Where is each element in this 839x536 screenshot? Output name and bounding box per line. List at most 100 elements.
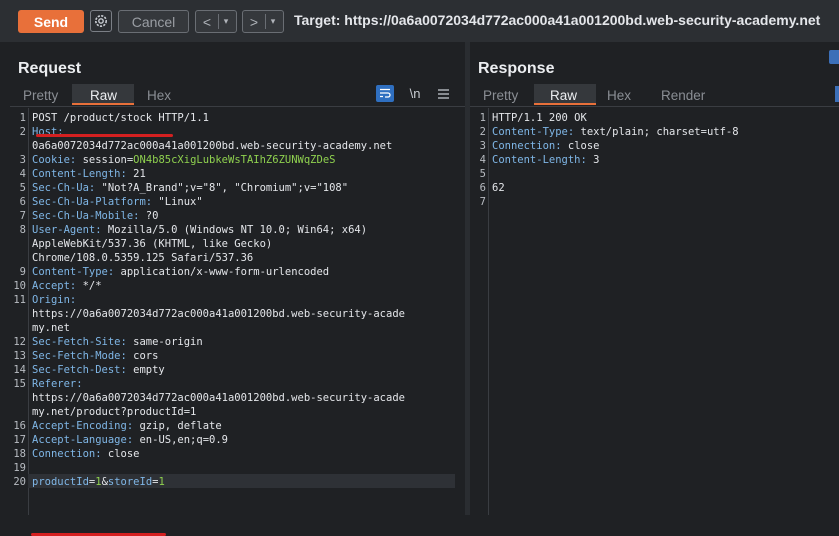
code-line[interactable]: Sec-Ch-Ua-Mobile: ?0 — [32, 210, 158, 222]
request-editor[interactable]: 1 2 3 4 5 6 7 8 9 10 11 12 13 14 15 16 17 18 19 20 POST /pr… — [10, 108, 465, 536]
code-line[interactable]: POST /product/stock HTTP/1.1 — [32, 112, 209, 124]
code-line[interactable]: my.net — [32, 322, 70, 334]
code-text: HTTP/1.1 200 OK — [492, 112, 587, 124]
code-line[interactable]: https://0a6a0072034d772ac000a41a001200bd… — [32, 392, 405, 404]
code-line[interactable]: Content-Type: text/plain; charset=utf-8 — [492, 126, 739, 138]
code-line[interactable]: Connection: close — [492, 140, 599, 152]
code-text: 62 — [492, 182, 505, 194]
code-line[interactable]: 62 — [492, 182, 505, 194]
code-line[interactable]: Accept: */* — [32, 280, 102, 292]
header-name: Cookie: — [32, 154, 77, 166]
code-text: 0a6a0072034d772ac000a41a001200bd.web-sec… — [32, 140, 393, 152]
code-line[interactable]: AppleWebKit/537.36 (KHTML, like Gecko) — [32, 238, 272, 250]
code-line[interactable]: Content-Length: 21 — [32, 168, 146, 180]
code-line[interactable]: Origin: — [32, 294, 76, 306]
code-text: close — [561, 140, 600, 152]
code-line[interactable]: Sec-Fetch-Site: same-origin — [32, 336, 203, 348]
tab-pretty[interactable]: Pretty — [483, 88, 518, 103]
code-line[interactable]: https://0a6a0072034d772ac000a41a001200bd… — [32, 308, 405, 320]
tab-hex[interactable]: Hex — [607, 88, 631, 103]
back-button[interactable]: < — [196, 14, 218, 30]
header-name: Accept: — [32, 280, 77, 292]
line-number: 18 — [13, 448, 26, 460]
forward-nav: > ▾ — [242, 10, 284, 33]
code-line[interactable]: Referer: — [32, 378, 83, 390]
annotation-underline — [36, 134, 173, 137]
code-line[interactable]: Sec-Fetch-Mode: cors — [32, 350, 158, 362]
header-name: Accept-Encoding: — [32, 420, 134, 432]
header-name: Content-Length: — [32, 168, 127, 180]
code-line[interactable]: my.net/product?productId=1 — [32, 406, 196, 418]
line-number: 10 — [13, 280, 26, 292]
code-line[interactable]: Sec-Ch-Ua: "Not?A_Brand";v="8", "Chromiu… — [32, 182, 348, 194]
tab-pretty[interactable]: Pretty — [23, 88, 58, 103]
tab-raw[interactable]: Raw — [550, 88, 577, 103]
code-line[interactable]: Connection: close — [32, 448, 139, 460]
line-number: 1 — [19, 112, 26, 124]
gear-icon — [95, 15, 107, 27]
back-history-dropdown[interactable]: ▾ — [219, 16, 233, 27]
line-number: 3 — [19, 154, 26, 166]
send-button[interactable]: Send — [18, 10, 84, 33]
forward-history-dropdown[interactable]: ▾ — [266, 16, 280, 27]
cancel-button[interactable]: Cancel — [118, 10, 189, 33]
code-line[interactable]: productId=1&storeId=1 — [32, 476, 165, 488]
code-line[interactable]: HTTP/1.1 200 OK — [492, 112, 587, 124]
code-text: ?0 — [139, 210, 159, 222]
target-edit-icon[interactable] — [829, 50, 839, 64]
code-text: text/plain; charset=utf-8 — [574, 126, 739, 138]
code-line[interactable]: Content-Type: application/x-www-form-url… — [32, 266, 329, 278]
toolbar: Send Cancel < ▾ > ▾ Target: https://0a6a… — [0, 0, 839, 42]
param-value: 1 — [158, 476, 165, 488]
line-number: 7 — [479, 196, 486, 208]
header-name: Sec-Fetch-Site: — [32, 336, 127, 348]
line-number: 4 — [19, 168, 26, 180]
response-title: Response — [478, 60, 555, 77]
tab-hex[interactable]: Hex — [147, 88, 171, 103]
response-panel: Response Pretty Raw Hex Render 1 2 3 4 5 6 7 H… — [470, 42, 839, 515]
code-line[interactable]: Cookie: session=ON4b85cXigLubkeWsTAIhZ6Z… — [32, 154, 335, 166]
code-line[interactable]: 0a6a0072034d772ac000a41a001200bd.web-sec… — [32, 140, 392, 152]
back-nav: < ▾ — [195, 10, 237, 33]
code-text: close — [101, 448, 140, 460]
code-line[interactable]: Content-Length: 3 — [492, 154, 599, 166]
wrap-lines-button[interactable] — [376, 85, 394, 102]
code-text: same-origin — [126, 336, 203, 348]
code-text: 3 — [586, 154, 600, 166]
request-title: Request — [18, 60, 82, 77]
code-text: gzip, deflate — [133, 420, 222, 432]
line-number: 14 — [13, 364, 26, 376]
tab-render[interactable]: Render — [661, 88, 705, 103]
line-number: 6 — [19, 196, 26, 208]
menu-button[interactable] — [434, 85, 452, 102]
line-number: 9 — [19, 266, 26, 278]
header-name: Sec-Ch-Ua: — [32, 182, 96, 194]
response-tabs: Pretty Raw Hex Render — [470, 84, 839, 107]
forward-button[interactable]: > — [243, 14, 265, 30]
line-number: 12 — [13, 336, 26, 348]
tab-raw[interactable]: Raw — [90, 88, 117, 103]
line-number-gutter: 1 2 3 4 5 6 7 — [470, 108, 489, 515]
code-line[interactable]: Sec-Ch-Ua-Platform: "Linux" — [32, 196, 203, 208]
code-text: https://0a6a0072034d772ac000a41a001200bd… — [32, 308, 405, 320]
code-line[interactable]: Sec-Fetch-Dest: empty — [32, 364, 165, 376]
response-editor[interactable]: 1 2 3 4 5 6 7 HTTP/1.1 200 OK Content-Type: tex… — [470, 108, 839, 515]
code-text: my.net/product?productId=1 — [32, 406, 197, 418]
line-number: 11 — [13, 294, 26, 306]
code-line[interactable]: Accept-Encoding: gzip, deflate — [32, 420, 222, 432]
code-text: https://0a6a0072034d772ac000a41a001200bd… — [32, 392, 405, 404]
target-url[interactable]: Target: https://0a6a0072034d772ac000a41a… — [294, 12, 820, 28]
line-number: 2 — [19, 126, 26, 138]
cookie-value: ON4b85cXigLubkeWsTAIhZ6ZUNWqZDeS — [133, 154, 336, 166]
line-number-gutter: 1 2 3 4 5 6 7 8 9 10 11 12 13 14 15 16 17 18 19 20 — [10, 108, 29, 515]
line-number: 13 — [13, 350, 26, 362]
settings-button[interactable] — [90, 10, 112, 32]
line-number: 17 — [13, 434, 26, 446]
newline-toggle[interactable]: \n — [406, 85, 424, 102]
code-line[interactable]: Chrome/108.0.5359.125 Safari/537.36 — [32, 252, 253, 264]
code-line[interactable]: User-Agent: Mozilla/5.0 (Windows NT 10.0… — [32, 224, 367, 236]
param-name: storeId — [107, 476, 153, 488]
inspector-toggle[interactable] — [835, 86, 839, 102]
hamburger-icon — [437, 88, 449, 99]
code-line[interactable]: Accept-Language: en-US,en;q=0.9 — [32, 434, 228, 446]
